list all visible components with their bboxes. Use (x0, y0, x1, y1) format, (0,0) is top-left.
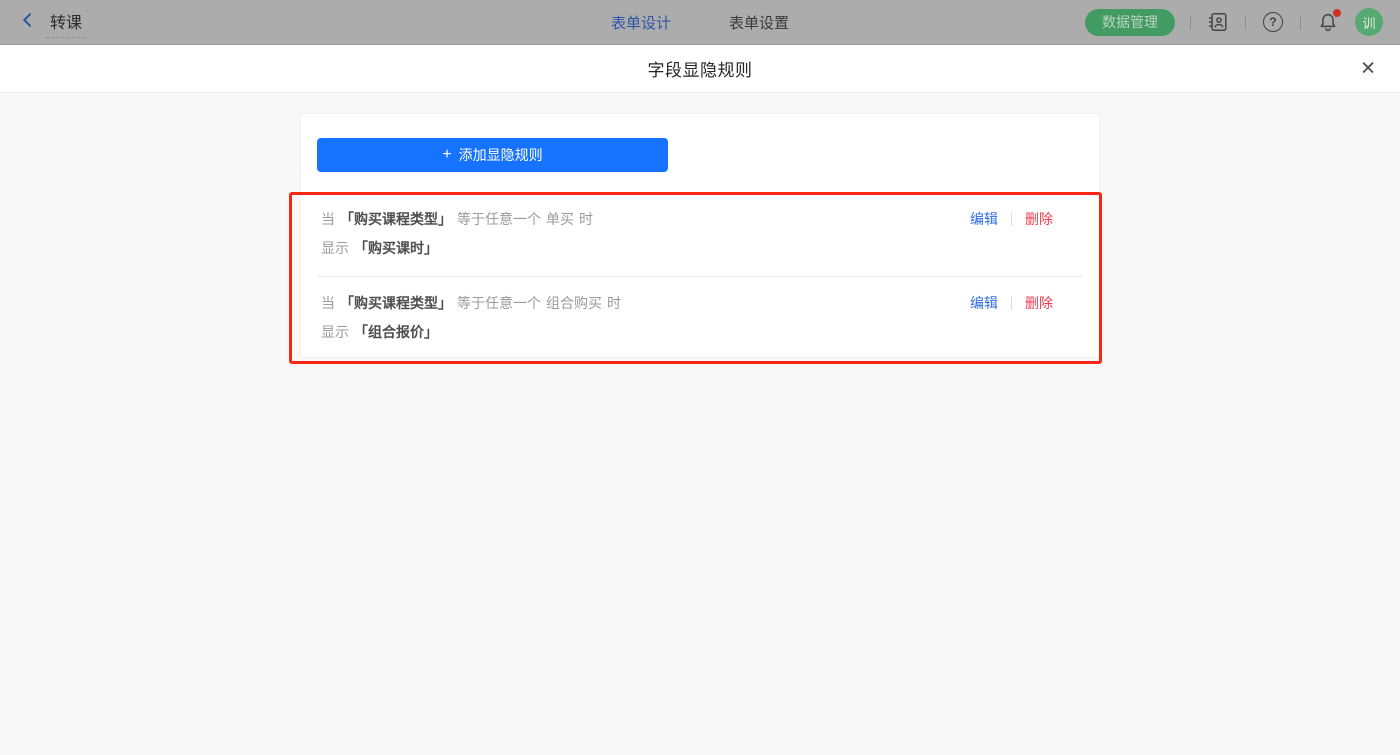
rule-when-suffix: 时 (607, 295, 621, 311)
rule-row: 当「购买课程类型」 等于任意一个 组合购买时 显示 「组合报价」 编辑 删除 (317, 276, 1083, 359)
back-button[interactable] (18, 10, 38, 35)
rule-when-suffix: 时 (579, 211, 593, 227)
tab-form-design[interactable]: 表单设计 (611, 12, 671, 33)
rule-actions: 编辑 删除 (970, 290, 1053, 316)
rule-value: 组合购买 (546, 295, 602, 311)
rule-action-line: 显示 「购买课时」 (321, 234, 1079, 263)
chevron-left-icon (18, 10, 38, 35)
divider (1011, 296, 1012, 310)
delete-link[interactable]: 删除 (1025, 290, 1053, 316)
notification-bell-icon[interactable] (1316, 9, 1341, 34)
rules-card: + 添加显隐规则 当「购买课程类型」 等于任意一个 单买时 显示 「购买课时」 编辑 … (300, 113, 1100, 358)
rule-show-field: 「购买课时」 (354, 240, 438, 256)
rule-show-prefix: 显示 (321, 240, 349, 256)
rule-field-name: 「购买课程类型」 (340, 295, 452, 311)
rule-action-line: 显示 「组合报价」 (321, 318, 1079, 347)
question-mark: ? (1263, 12, 1283, 32)
avatar[interactable]: 训 (1355, 8, 1383, 36)
add-rule-button[interactable]: + 添加显隐规则 (317, 138, 668, 172)
rule-operator: 等于任意一个 (457, 295, 541, 311)
modal-body: + 添加显隐规则 当「购买课程类型」 等于任意一个 单买时 显示 「购买课时」 编辑 … (0, 93, 1400, 358)
center-tabs: 表单设计 表单设置 (611, 12, 789, 33)
rule-show-prefix: 显示 (321, 324, 349, 340)
divider (1245, 14, 1246, 30)
page-title: 字段显隐规则 (647, 61, 753, 80)
rule-condition-line: 当「购买课程类型」 等于任意一个 单买时 (321, 205, 1079, 234)
contacts-icon[interactable] (1206, 10, 1230, 34)
rule-when-prefix: 当 (321, 295, 335, 311)
plus-icon: + (442, 146, 452, 163)
rule-operator: 等于任意一个 (457, 211, 541, 227)
tab-form-settings[interactable]: 表单设置 (729, 12, 789, 33)
rule-row: 当「购买课程类型」 等于任意一个 单买时 显示 「购买课时」 编辑 删除 (317, 193, 1083, 276)
rule-when-prefix: 当 (321, 211, 335, 227)
edit-link[interactable]: 编辑 (970, 206, 998, 232)
rule-condition-line: 当「购买课程类型」 等于任意一个 组合购买时 (321, 289, 1079, 318)
add-rule-label: 添加显隐规则 (458, 147, 543, 163)
rule-field-name: 「购买课程类型」 (340, 211, 452, 227)
rule-show-field: 「组合报价」 (354, 324, 438, 340)
topbar: 转课 表单设计 表单设置 数据管理 ? 训 (0, 0, 1400, 45)
rule-actions: 编辑 删除 (970, 206, 1053, 232)
divider (1300, 14, 1301, 30)
delete-link[interactable]: 删除 (1025, 206, 1053, 232)
topbar-actions: 数据管理 ? 训 (1085, 8, 1400, 36)
edit-link[interactable]: 编辑 (970, 290, 998, 316)
modal-header: 字段显隐规则 ✕ (0, 45, 1400, 93)
divider (1011, 212, 1012, 226)
close-icon[interactable]: ✕ (1360, 59, 1376, 78)
page: 转课 表单设计 表单设置 数据管理 ? 训 字段显隐规则 ✕ + 添加显隐规则 … (0, 0, 1400, 755)
form-title[interactable]: 转课 (46, 7, 87, 38)
divider (1190, 14, 1191, 30)
rules-list: 当「购买课程类型」 等于任意一个 单买时 显示 「购买课时」 编辑 删除 当「购买课程… (317, 193, 1083, 359)
notification-badge (1333, 9, 1341, 17)
data-manage-button[interactable]: 数据管理 (1085, 8, 1175, 36)
rule-value: 单买 (546, 211, 574, 227)
help-icon[interactable]: ? (1261, 10, 1285, 34)
